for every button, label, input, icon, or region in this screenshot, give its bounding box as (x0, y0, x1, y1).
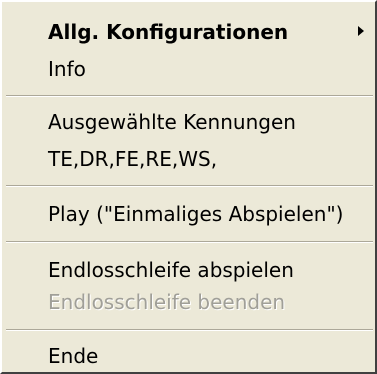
menu-item-play[interactable]: Play ("Einmaliges Abspielen") (48, 198, 343, 230)
menu-item-ausgewaehlte-kennungen[interactable]: Ausgewählte Kennungen (48, 106, 296, 138)
submenu-arrow-icon (358, 26, 364, 36)
menu-separator (6, 185, 373, 187)
menu-item-allg-konfigurationen[interactable]: Allg. Konfigurationen (48, 16, 288, 48)
menu-item-endlosschleife-abspielen[interactable]: Endlosschleife abspielen (48, 254, 294, 286)
menu-separator (6, 329, 373, 331)
menu-item-endlosschleife-beenden: Endlosschleife beenden (48, 290, 286, 314)
menu-item-info[interactable]: Info (48, 53, 86, 85)
menu-separator (6, 95, 373, 97)
menu-item-kennungen-list[interactable]: TE,DR,FE,RE,WS, (48, 143, 217, 175)
menu-item-ende[interactable]: Ende (48, 340, 98, 372)
context-menu: Allg. Konfigurationen Info Ausgewählte K… (0, 0, 377, 374)
menu-separator (6, 241, 373, 243)
